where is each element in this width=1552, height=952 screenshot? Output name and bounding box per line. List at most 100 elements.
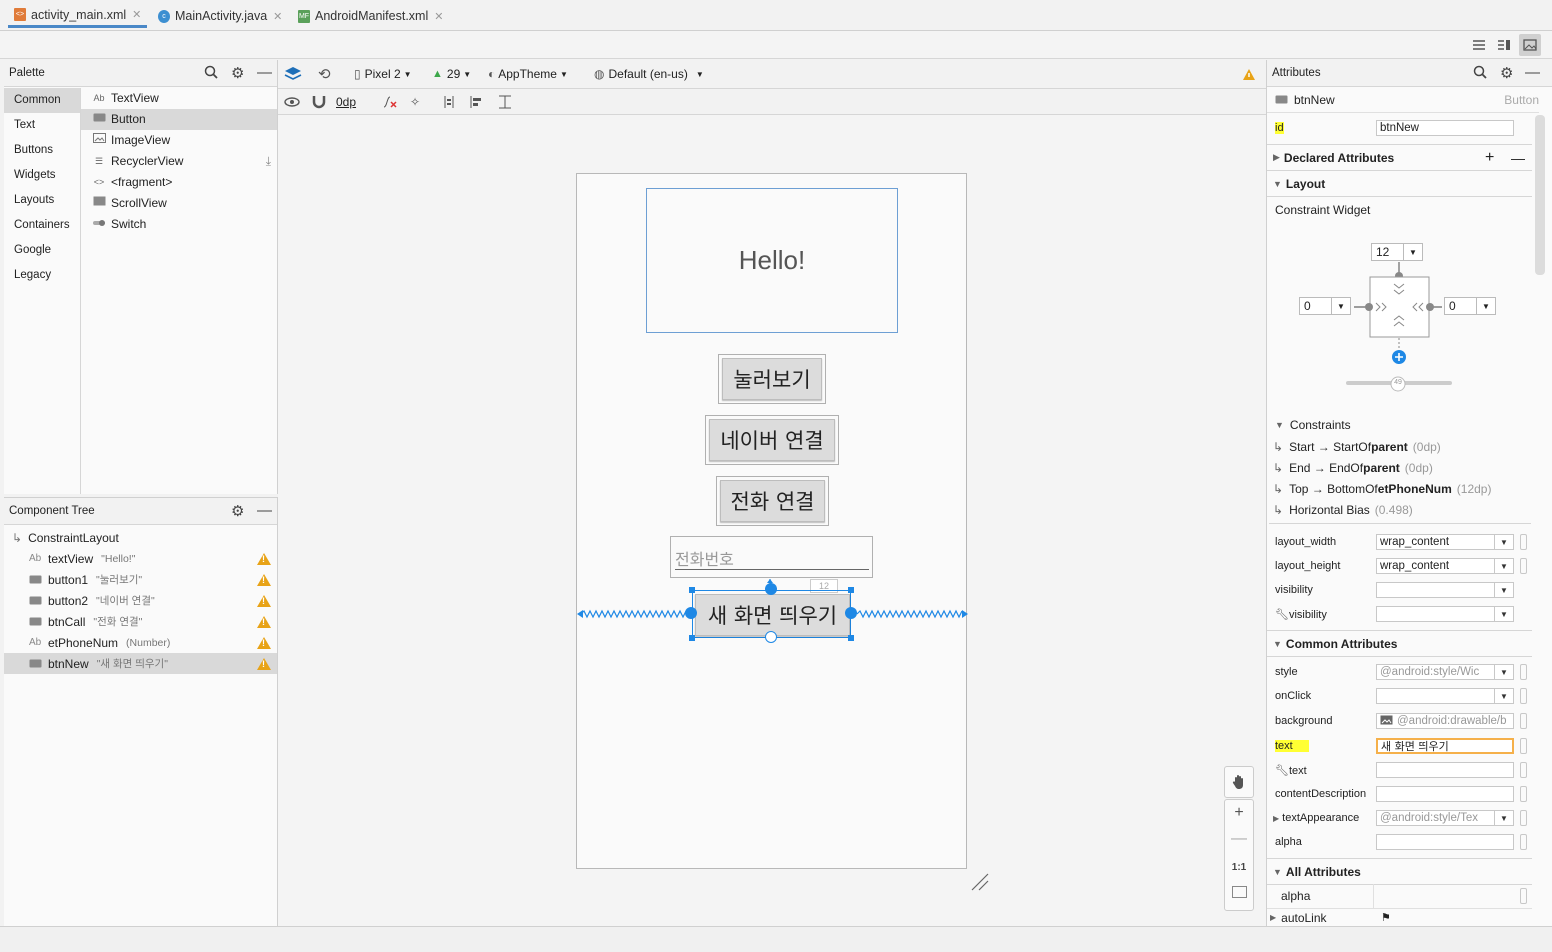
- warning-icon[interactable]: [257, 636, 271, 649]
- attr-picker[interactable]: [1520, 810, 1527, 826]
- palette-category-google[interactable]: Google: [4, 238, 80, 263]
- attr-picker[interactable]: [1520, 786, 1527, 802]
- chevron-down-icon[interactable]: ▼: [1494, 583, 1513, 597]
- bias-value[interactable]: 49: [1390, 379, 1406, 386]
- tree-item-btncall[interactable]: btnCall "전화 연결": [4, 611, 277, 632]
- tree-item-button1[interactable]: button1 "눌러보기": [4, 569, 277, 590]
- tree-item-etphonenum[interactable]: Ab etPhoneNum (Number): [4, 632, 277, 653]
- close-icon[interactable]: ✕: [132, 8, 141, 21]
- bottom-anchor[interactable]: [765, 631, 777, 643]
- code-view-icon[interactable]: [1470, 36, 1488, 54]
- gear-icon[interactable]: ⚙: [1500, 64, 1513, 82]
- onclick-field[interactable]: ▼: [1376, 688, 1514, 704]
- warning-icon[interactable]: [257, 552, 271, 565]
- tab-activity-main[interactable]: <> activity_main.xml ✕: [8, 4, 148, 28]
- warning-icon[interactable]: [257, 657, 271, 670]
- palette-category-layouts[interactable]: Layouts: [4, 188, 80, 213]
- resize-handle[interactable]: [689, 635, 695, 641]
- alpha-field[interactable]: [1376, 834, 1514, 850]
- btncall-preview[interactable]: 전화 연결: [720, 480, 825, 522]
- common-attributes-section[interactable]: ▼ Common Attributes: [1267, 630, 1532, 657]
- flag-icon[interactable]: ⚑: [1381, 911, 1391, 924]
- start-anchor[interactable]: [685, 607, 697, 619]
- chevron-down-icon[interactable]: ▼: [1494, 559, 1513, 573]
- visibility-field[interactable]: ▼: [1376, 582, 1514, 598]
- device-preview[interactable]: Hello! 눌러보기 네이버 연결 전화 연결 전화번호 12 새 화면 띄우…: [576, 173, 968, 869]
- warning-icon[interactable]: [257, 615, 271, 628]
- download-icon[interactable]: ⤓: [266, 151, 271, 172]
- resize-handle[interactable]: [848, 587, 854, 593]
- margin-top-spinner[interactable]: 12 ▼: [1371, 243, 1423, 261]
- remove-icon[interactable]: —: [1511, 150, 1525, 166]
- palette-item-button[interactable]: Button: [81, 109, 277, 130]
- pan-hand-icon[interactable]: [1224, 766, 1254, 798]
- end-anchor[interactable]: [845, 607, 857, 619]
- attr-picker[interactable]: [1520, 738, 1527, 754]
- attr-picker[interactable]: [1520, 688, 1527, 704]
- warning-icon[interactable]: [257, 594, 271, 607]
- attr-picker[interactable]: [1520, 534, 1527, 550]
- design-view-icon[interactable]: [1519, 34, 1541, 56]
- button1-preview[interactable]: 눌러보기: [722, 358, 822, 400]
- btnnew-preview[interactable]: 새 화면 띄우기: [695, 594, 850, 636]
- guidelines-icon[interactable]: [498, 89, 512, 114]
- declared-attributes-section[interactable]: ▶ Declared Attributes + —: [1267, 144, 1532, 171]
- magnet-icon[interactable]: [312, 89, 326, 114]
- attr-picker[interactable]: [1520, 713, 1527, 729]
- palette-item-scrollview[interactable]: ScrollView: [81, 193, 277, 214]
- text-field[interactable]: 새 화면 띄우기: [1376, 738, 1514, 754]
- eye-icon[interactable]: [284, 89, 300, 114]
- constraint-end[interactable]: ↳ End → EndOf parent (0dp): [1273, 457, 1433, 478]
- palette-item-fragment[interactable]: <> <fragment>: [81, 172, 277, 193]
- clear-constraints-icon[interactable]: [382, 89, 398, 114]
- button2-preview[interactable]: 네이버 연결: [709, 419, 835, 461]
- constraint-start[interactable]: ↳ Start → StartOf parent (0dp): [1273, 436, 1441, 457]
- tab-android-manifest[interactable]: MF AndroidManifest.xml ✕: [292, 4, 449, 28]
- close-icon[interactable]: ✕: [273, 10, 282, 23]
- layout-height-field[interactable]: wrap_content ▼: [1376, 558, 1514, 574]
- close-icon[interactable]: ✕: [434, 10, 443, 23]
- attr-picker[interactable]: [1520, 888, 1527, 904]
- palette-category-legacy[interactable]: Legacy: [4, 263, 80, 288]
- chevron-down-icon[interactable]: ▼: [1494, 665, 1513, 679]
- tab-main-activity[interactable]: c MainActivity.java ✕: [152, 4, 288, 28]
- chevron-down-icon[interactable]: ▼: [1494, 607, 1513, 621]
- attr-picker[interactable]: [1520, 834, 1527, 850]
- expand-icon[interactable]: ▶: [1273, 814, 1279, 823]
- pack-icon[interactable]: [442, 89, 456, 114]
- chevron-down-icon[interactable]: ▼: [1494, 811, 1513, 825]
- minimize-icon[interactable]: —: [1525, 64, 1540, 81]
- id-field[interactable]: btnNew: [1376, 120, 1514, 136]
- magic-wand-icon[interactable]: ✧: [410, 89, 420, 114]
- warning-icon[interactable]: [1242, 60, 1256, 88]
- default-margin-selector[interactable]: 0dp: [336, 89, 356, 114]
- tree-root[interactable]: ↳ ConstraintLayout: [4, 527, 277, 548]
- all-attributes-section[interactable]: ▼ All Attributes: [1267, 858, 1532, 885]
- hello-textview[interactable]: Hello!: [646, 188, 898, 333]
- minimize-icon[interactable]: —: [257, 64, 272, 81]
- search-icon[interactable]: [1473, 65, 1487, 79]
- gear-icon[interactable]: ⚙: [231, 502, 244, 520]
- layout-width-field[interactable]: wrap_content ▼: [1376, 534, 1514, 550]
- palette-category-buttons[interactable]: Buttons: [4, 138, 80, 163]
- palette-category-containers[interactable]: Containers: [4, 213, 80, 238]
- palette-item-textview[interactable]: Ab TextView: [81, 88, 277, 109]
- align-icon[interactable]: [470, 89, 484, 114]
- attr-picker[interactable]: [1520, 558, 1527, 574]
- text-appearance-field[interactable]: @android:style/Tex ▼: [1376, 810, 1514, 826]
- constraint-top[interactable]: ↳ Top → BottomOf etPhoneNum (12dp): [1273, 478, 1491, 499]
- split-view-icon[interactable]: [1495, 36, 1513, 54]
- layout-section[interactable]: ▼ Layout: [1267, 170, 1532, 197]
- search-icon[interactable]: [204, 65, 218, 79]
- phone-edittext[interactable]: 전화번호: [670, 536, 873, 578]
- gear-icon[interactable]: ⚙: [231, 64, 244, 82]
- expand-icon[interactable]: ▶: [1270, 913, 1276, 922]
- locale-selector[interactable]: ◍ Default (en-us) ▼: [594, 60, 704, 88]
- palette-category-common[interactable]: Common: [4, 88, 80, 113]
- tools-text-field[interactable]: [1376, 762, 1514, 778]
- constraints-header[interactable]: ▼ Constraints: [1275, 418, 1351, 432]
- tree-item-btnnew[interactable]: btnNew "새 화면 띄우기": [4, 653, 277, 674]
- palette-item-imageview[interactable]: ImageView: [81, 130, 277, 151]
- background-field[interactable]: @android:drawable/b: [1376, 713, 1514, 729]
- layers-icon[interactable]: [284, 60, 302, 88]
